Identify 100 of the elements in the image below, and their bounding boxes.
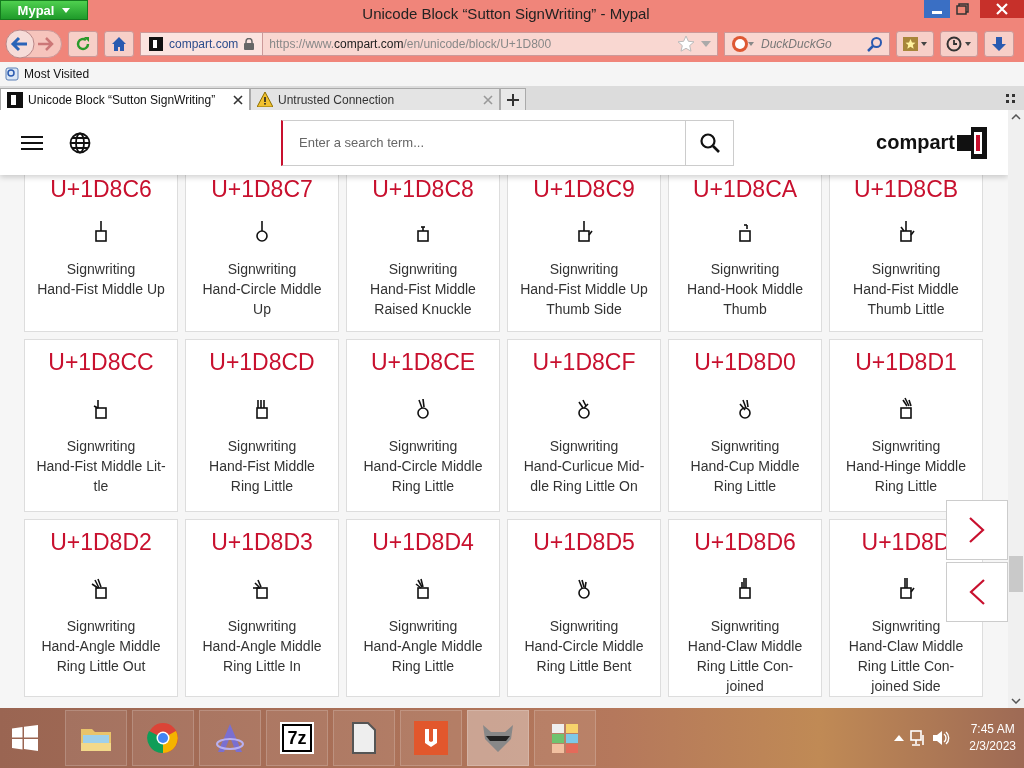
character-name: Signwriting Hand-Circle Middle Ring Little Bent (524, 617, 644, 676)
code-point: U+1D8D1 (855, 348, 957, 376)
character-card[interactable]: U+1D8D4 Signwriting Hand-Angle Middle Ring Little (346, 519, 500, 697)
logo-icon (957, 126, 987, 159)
character-card[interactable]: U+1D8D3 Signwriting Hand-Angle Middle Ring Little In (185, 519, 339, 697)
window-title: Unicode Block “Sutton SignWriting” - Mypal (361, 4, 651, 22)
code-point: U+1D8C7 (211, 175, 313, 203)
previous-button[interactable] (946, 562, 1008, 622)
search-bar[interactable]: DuckDuckGo (724, 32, 890, 56)
code-point: U+1D8CC (48, 348, 154, 376)
character-name: Signwriting Hand-Fist Middle Ring Little (209, 437, 315, 496)
scrollbar[interactable] (1008, 110, 1024, 708)
taskbar-app[interactable] (400, 710, 462, 766)
code-point: U+1D8C8 (372, 175, 474, 203)
character-card[interactable]: U+1D8D2 Signwriting Hand-Angle Middle Ring Little Out (24, 519, 178, 697)
character-name: Signwriting Hand-Hook Middle Thumb (687, 260, 803, 319)
reload-icon (75, 36, 91, 52)
back-icon[interactable] (5, 29, 35, 59)
folder-icon (5, 67, 19, 81)
speaker-icon[interactable] (932, 730, 951, 746)
home-icon (111, 36, 127, 52)
url-text: https://www.compart.com/en/unicode/block/U+1D800 (269, 37, 553, 51)
character-card[interactable]: U+1D8D6 Signwriting Hand-Claw Middle Ring Little Con- joined (668, 519, 822, 697)
code-point: U+1D8D6 (694, 528, 796, 556)
browser-tab[interactable]: Unicode Block “Sutton SignWriting” (0, 88, 250, 110)
scroll-up-icon[interactable] (1011, 114, 1021, 120)
character-name: Signwriting Hand-Claw Middle Ring Little Con- joined Side (848, 617, 964, 696)
code-point: U+1D8D5 (533, 528, 635, 556)
menu-icon[interactable] (21, 134, 43, 151)
character-name: Signwriting Hand-Fist Middle Up (37, 260, 165, 299)
character-name: Signwriting Hand-Fist Middle Thumb Little (853, 260, 959, 319)
clock[interactable]: 7:45 AM 2/3/2023 (969, 721, 1016, 755)
character-card[interactable]: U+1D8CF Signwriting Hand-Curlicue Mid- dle Ring Little On (507, 339, 661, 512)
new-tab-button[interactable] (500, 88, 526, 110)
character-name: Signwriting Hand-Circle Middle Up (202, 260, 322, 319)
tray-arrow-icon[interactable] (894, 735, 905, 741)
character-card[interactable]: U+1D8CD Signwriting Hand-Fist Middle Ring Little (185, 339, 339, 512)
search-icon[interactable] (867, 36, 883, 52)
archive-app-icon: 7z (282, 724, 312, 752)
scroll-down-icon[interactable] (1011, 698, 1021, 704)
search-field[interactable]: Enter a search term... (281, 119, 734, 166)
character-name: Signwriting Hand-Angle Middle Ring Little (363, 617, 483, 676)
scroll-thumb[interactable] (1009, 556, 1023, 592)
character-card[interactable]: U+1D8C7 Signwriting Hand-Circle Middle Up (185, 175, 339, 332)
code-point: U+1D8D3 (211, 528, 313, 556)
taskbar-app[interactable] (333, 710, 395, 766)
download-icon (991, 36, 1007, 52)
caret-icon (62, 7, 71, 13)
site-identity[interactable]: compart.com (141, 33, 264, 55)
font-app-icon (214, 722, 246, 754)
lock-icon (244, 38, 255, 50)
close-tab-icon[interactable] (233, 94, 243, 105)
reload-button[interactable] (68, 31, 98, 57)
minimize-icon[interactable] (924, 0, 950, 18)
character-card[interactable]: U+1D8D0 Signwriting Hand-Cup Middle Ring Little (668, 339, 822, 512)
download-button[interactable] (984, 31, 1014, 57)
character-card[interactable]: U+1D8CC Signwriting Hand-Fist Middle Lit- tle (24, 339, 178, 512)
character-name: Signwriting Hand-Circle Middle Ring Little (363, 437, 483, 496)
tab-list-icon[interactable] (1006, 94, 1016, 104)
document-icon (351, 722, 377, 754)
search-engine-icon[interactable] (731, 35, 755, 53)
start-icon[interactable] (12, 725, 38, 751)
code-point: U+1D8CB (853, 175, 959, 203)
history-button[interactable] (940, 31, 978, 57)
character-card[interactable]: U+1D8CA Signwriting Hand-Hook Middle Thumb (668, 175, 822, 332)
home-button[interactable] (104, 31, 134, 57)
taskbar-app[interactable]: 7z (266, 710, 328, 766)
reader-app-icon (414, 721, 448, 755)
bookmarks-button[interactable] (896, 31, 934, 57)
character-name: Signwriting Hand-Hinge Middle Ring Little (846, 437, 966, 496)
star-icon[interactable] (677, 35, 695, 53)
address-bar[interactable]: compart.com https://www.compart.com/en/unicode/block/U+1D800 (140, 32, 718, 56)
character-name: Signwriting Hand-Angle Middle Ring Little In (202, 617, 322, 676)
clock-icon (946, 36, 972, 52)
character-name: Signwriting Hand-Fist Middle Lit- tle (36, 437, 166, 496)
plus-icon (507, 93, 519, 106)
code-point: U+1D8CA (692, 175, 798, 203)
site-icon (7, 91, 23, 108)
character-card[interactable]: U+1D8C6 Signwriting Hand-Fist Middle Up (24, 175, 178, 332)
animal-icon (480, 723, 516, 753)
taskbar-app[interactable] (467, 710, 529, 766)
character-card[interactable]: U+1D8C8 Signwriting Hand-Fist Middle Raised Knuckle (346, 175, 500, 332)
globe-icon[interactable] (69, 131, 91, 154)
site-icon (149, 37, 163, 51)
code-point: U+1D8D2 (50, 528, 152, 556)
browser-tab[interactable]: Untrusted Connection (250, 88, 500, 110)
bookmark-item[interactable]: Most Visited (5, 67, 90, 81)
site-logo[interactable]: compart (876, 131, 955, 154)
chevron-right-icon (968, 516, 986, 544)
search-icon (699, 132, 720, 153)
next-button[interactable] (946, 500, 1008, 560)
character-card[interactable]: U+1D8C9 Signwriting Hand-Fist Middle Up Thumb Side (507, 175, 661, 332)
code-point: U+1D8C9 (533, 175, 635, 203)
character-card[interactable]: U+1D8D5 Signwriting Hand-Circle Middle Ring Little Bent (507, 519, 661, 697)
character-card[interactable]: U+1D8D1 Signwriting Hand-Hinge Middle Ring Little (829, 339, 983, 512)
code-point: U+1D8D0 (694, 348, 796, 376)
character-card[interactable]: U+1D8CB Signwriting Hand-Fist Middle Thumb Little (829, 175, 983, 332)
search-input[interactable]: DuckDuckGo (759, 36, 863, 52)
close-icon[interactable] (980, 0, 1024, 18)
character-card[interactable]: U+1D8CE Signwriting Hand-Circle Middle Ring Little (346, 339, 500, 512)
